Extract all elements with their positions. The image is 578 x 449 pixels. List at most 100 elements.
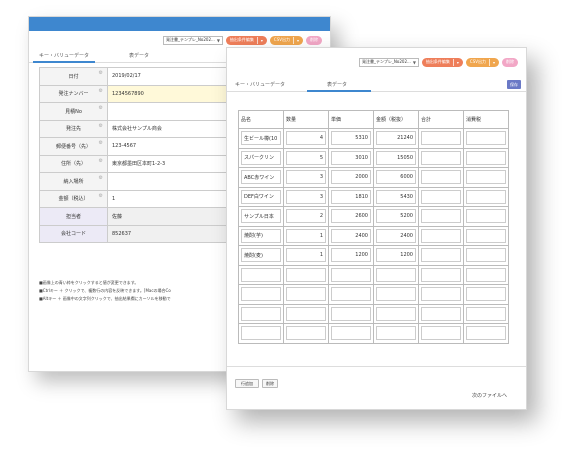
cell-input[interactable] [331,326,371,341]
cell-input[interactable] [466,150,506,165]
cell-input[interactable] [286,287,326,302]
save-button[interactable]: 保存 [507,80,521,89]
table-cell [238,284,284,305]
cell-input[interactable] [466,326,506,341]
cell-input[interactable]: 1810 [331,189,371,204]
cell-input[interactable]: 5 [286,150,326,165]
cell-input[interactable] [466,267,506,282]
gear-icon[interactable]: ⚙ [99,88,103,94]
delete-button[interactable]: 削除 [502,57,518,67]
tab-key-value[interactable]: キー・バリューデータ [39,52,89,59]
cell-input[interactable]: 2400 [331,228,371,243]
cell-input[interactable]: サンプル日本 [241,209,281,224]
cell-input[interactable]: 1200 [331,248,371,263]
cell-input[interactable]: スパークリン [241,150,281,165]
cell-input[interactable]: 6000 [376,170,416,185]
cell-input[interactable] [466,306,506,321]
cell-input[interactable]: 21240 [376,131,416,146]
cell-input[interactable]: 1200 [376,248,416,263]
cell-input[interactable] [421,170,461,185]
table-cell: 1 [283,225,329,246]
next-file-link[interactable]: 次のファイルへ [472,392,507,399]
cell-input[interactable]: 15050 [376,150,416,165]
form-label: 納入場所 ⚙ [39,172,108,191]
tab-key-value[interactable]: キー・バリューデータ [235,81,285,88]
table-cell [418,284,464,305]
cell-input[interactable]: 3 [286,170,326,185]
cell-input[interactable] [466,189,506,204]
cell-input[interactable] [421,326,461,341]
cell-input[interactable] [466,131,506,146]
cell-input[interactable]: 4 [286,131,326,146]
cell-input[interactable]: 1 [286,228,326,243]
cell-input[interactable] [241,306,281,321]
gear-icon[interactable]: ⚙ [99,140,103,146]
tab-table-data[interactable]: 表データ [129,52,149,59]
gear-icon[interactable]: ⚙ [99,70,103,76]
tab-table-data[interactable]: 表データ [327,81,347,88]
cell-input[interactable] [421,189,461,204]
cell-input[interactable]: 焼酎(芋) [241,228,281,243]
cell-input[interactable] [241,267,281,282]
cell-input[interactable]: 2 [286,209,326,224]
cell-input[interactable] [421,287,461,302]
form-label: 金額（税込） ⚙ [39,189,108,208]
cell-input[interactable]: 2000 [331,170,371,185]
cell-input[interactable]: DEF白ワイン [241,189,281,204]
gear-icon[interactable]: ⚙ [99,123,103,129]
cell-input[interactable]: 焼酎(麦) [241,248,281,263]
cell-input[interactable] [331,287,371,302]
cell-input[interactable]: 2600 [331,209,371,224]
extract-conditions-button[interactable]: 抽出条件編集 ▾ [421,57,463,67]
cell-input[interactable] [421,131,461,146]
cell-input[interactable]: 5310 [331,131,371,146]
table-row: サンプル日本 2 2600 5200 [238,206,509,227]
cell-input[interactable]: 5430 [376,189,416,204]
cell-input[interactable]: 3 [286,189,326,204]
cell-input[interactable] [466,248,506,263]
cell-input[interactable] [286,306,326,321]
cell-input[interactable] [286,326,326,341]
add-row-button[interactable]: 行追加 [235,379,259,388]
cell-input[interactable] [421,306,461,321]
table-cell [463,128,509,149]
extract-conditions-button[interactable]: 抽出条件編集 ▾ [225,35,267,45]
gear-icon[interactable]: ⚙ [99,105,103,111]
cell-input[interactable]: 2400 [376,228,416,243]
cell-input[interactable] [241,287,281,302]
cell-input[interactable] [376,326,416,341]
cell-input[interactable] [466,170,506,185]
gear-icon[interactable]: ⚙ [99,193,103,199]
cell-input[interactable] [421,267,461,282]
cell-input[interactable] [466,209,506,224]
cell-input[interactable] [376,287,416,302]
cell-input[interactable] [376,267,416,282]
delete-row-button[interactable]: 削除 [262,379,278,388]
cell-input[interactable]: 5200 [376,209,416,224]
template-select[interactable]: 発注書_テンプレ_No202... ▼ [359,57,419,67]
cell-input[interactable]: ABC赤ワイン [241,170,281,185]
cell-input[interactable]: 3010 [331,150,371,165]
table-row: 生ビール樽(10 4 5310 21240 [238,128,509,149]
cell-input[interactable] [331,306,371,321]
template-select[interactable]: 発注書_テンプレ_No202... ▼ [163,35,223,45]
gear-icon[interactable]: ⚙ [99,175,103,181]
delete-button[interactable]: 削除 [306,35,322,45]
cell-input[interactable]: 生ビール樽(10 [241,131,281,146]
cell-input[interactable] [466,287,506,302]
cell-input[interactable] [286,267,326,282]
gear-icon[interactable]: ⚙ [99,158,103,164]
csv-export-button[interactable]: CSV出力 ▾ [269,35,303,45]
cell-input[interactable] [421,150,461,165]
cell-input[interactable] [376,306,416,321]
cell-input[interactable] [331,267,371,282]
cell-input[interactable]: 1 [286,248,326,263]
cell-input[interactable] [466,228,506,243]
cell-input[interactable] [421,209,461,224]
cell-input[interactable] [241,326,281,341]
table-cell: 1200 [373,245,419,266]
cell-input[interactable] [421,248,461,263]
column-header: 合計 [418,110,464,129]
cell-input[interactable] [421,228,461,243]
csv-export-button[interactable]: CSV出力 ▾ [465,57,499,67]
